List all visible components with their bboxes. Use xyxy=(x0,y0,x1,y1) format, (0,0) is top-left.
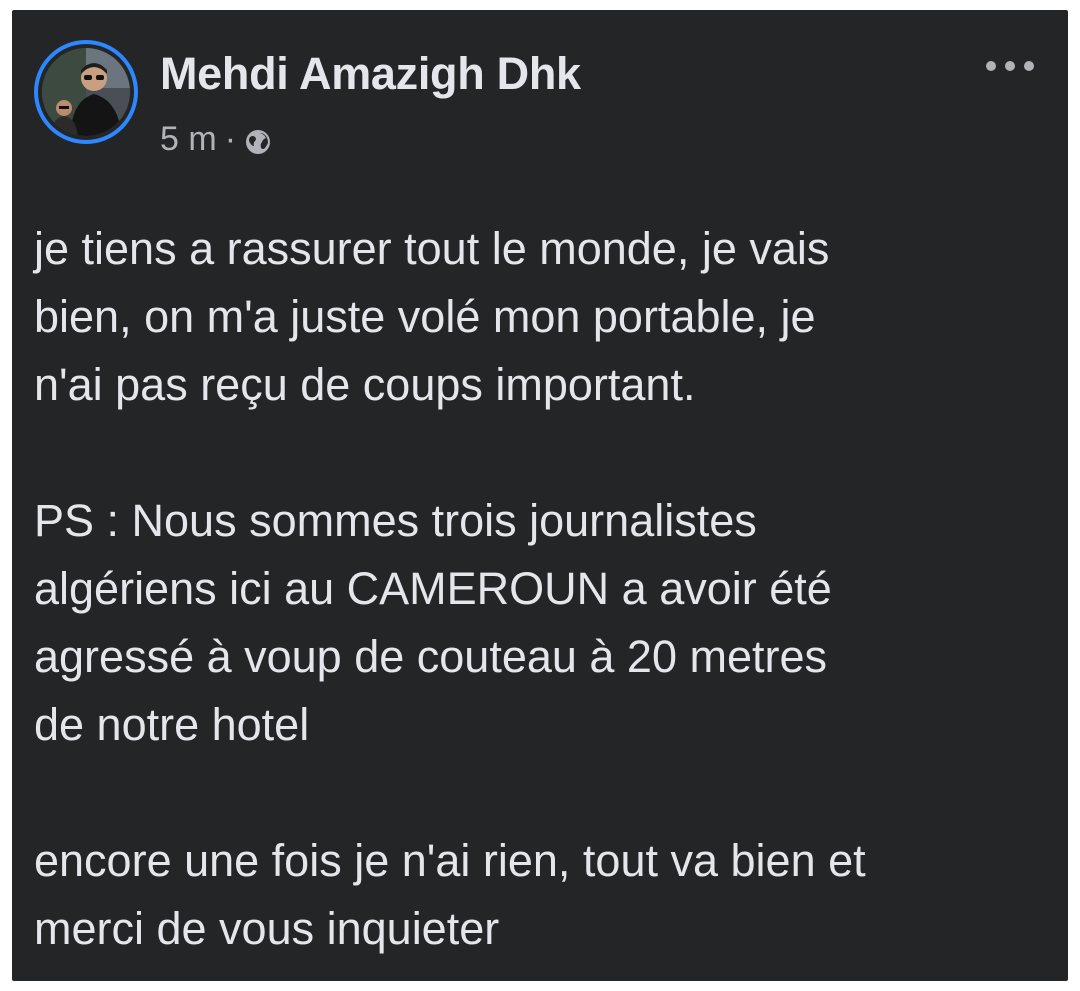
avatar-image xyxy=(42,48,130,136)
globe-icon xyxy=(244,126,272,154)
meta-separator: · xyxy=(224,120,237,158)
post-card: Mehdi Amazigh Dhk 5 m · je tiens a rassu… xyxy=(12,10,1068,981)
post-paragraph-1: je tiens a rassurer tout le monde, je va… xyxy=(34,223,830,410)
author-name[interactable]: Mehdi Amazigh Dhk xyxy=(160,48,581,100)
post-text: je tiens a rassurer tout le monde, je va… xyxy=(34,215,1044,963)
more-options-icon[interactable] xyxy=(986,54,1034,78)
post-paragraph-3: encore une fois je n'ai rien, tout va bi… xyxy=(34,835,866,954)
post-meta: 5 m · xyxy=(160,120,272,159)
post-paragraph-2: PS : Nous sommes trois journalistes algé… xyxy=(34,495,832,750)
post-timestamp[interactable]: 5 m xyxy=(160,120,217,159)
profile-avatar[interactable] xyxy=(34,40,138,144)
avatar-photo xyxy=(42,48,130,136)
